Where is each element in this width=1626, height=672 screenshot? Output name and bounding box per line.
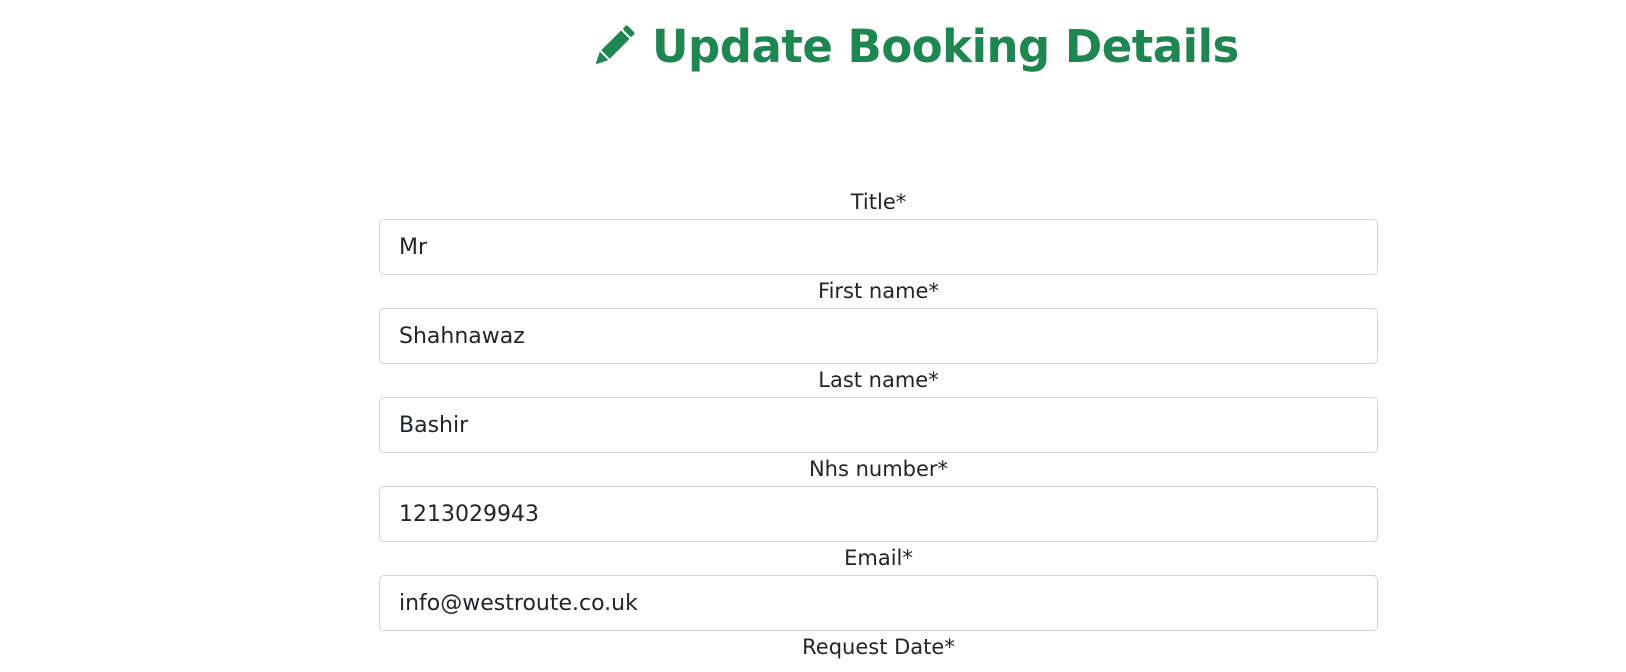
title-label: Title*: [850, 190, 907, 214]
pencil-icon: [588, 20, 640, 72]
title-field-group: Title*: [379, 186, 1378, 275]
nhs-number-label: Nhs number*: [808, 457, 949, 481]
email-input[interactable]: [379, 575, 1378, 631]
last-name-label: Last name*: [818, 368, 939, 392]
page-title-text: Update Booking Details: [652, 19, 1239, 73]
update-booking-page: Update Booking Details Title* First name…: [0, 0, 1626, 672]
email-label: Email*: [844, 546, 913, 570]
title-input[interactable]: [379, 219, 1378, 275]
page-title: Update Booking Details: [588, 14, 1239, 78]
request-date-label: Request Date*: [802, 635, 955, 659]
first-name-field-group: First name*: [379, 275, 1378, 364]
nhs-number-input[interactable]: [379, 486, 1378, 542]
request-date-field-group: Request Date*: [379, 631, 1378, 664]
last-name-field-group: Last name*: [379, 364, 1378, 453]
first-name-label: First name*: [818, 279, 939, 303]
nhs-number-field-group: Nhs number*: [379, 453, 1378, 542]
first-name-input[interactable]: [379, 308, 1378, 364]
email-field-group: Email*: [379, 542, 1378, 631]
booking-form: Title* First name* Last name* Nhs number…: [379, 186, 1378, 664]
last-name-input[interactable]: [379, 397, 1378, 453]
